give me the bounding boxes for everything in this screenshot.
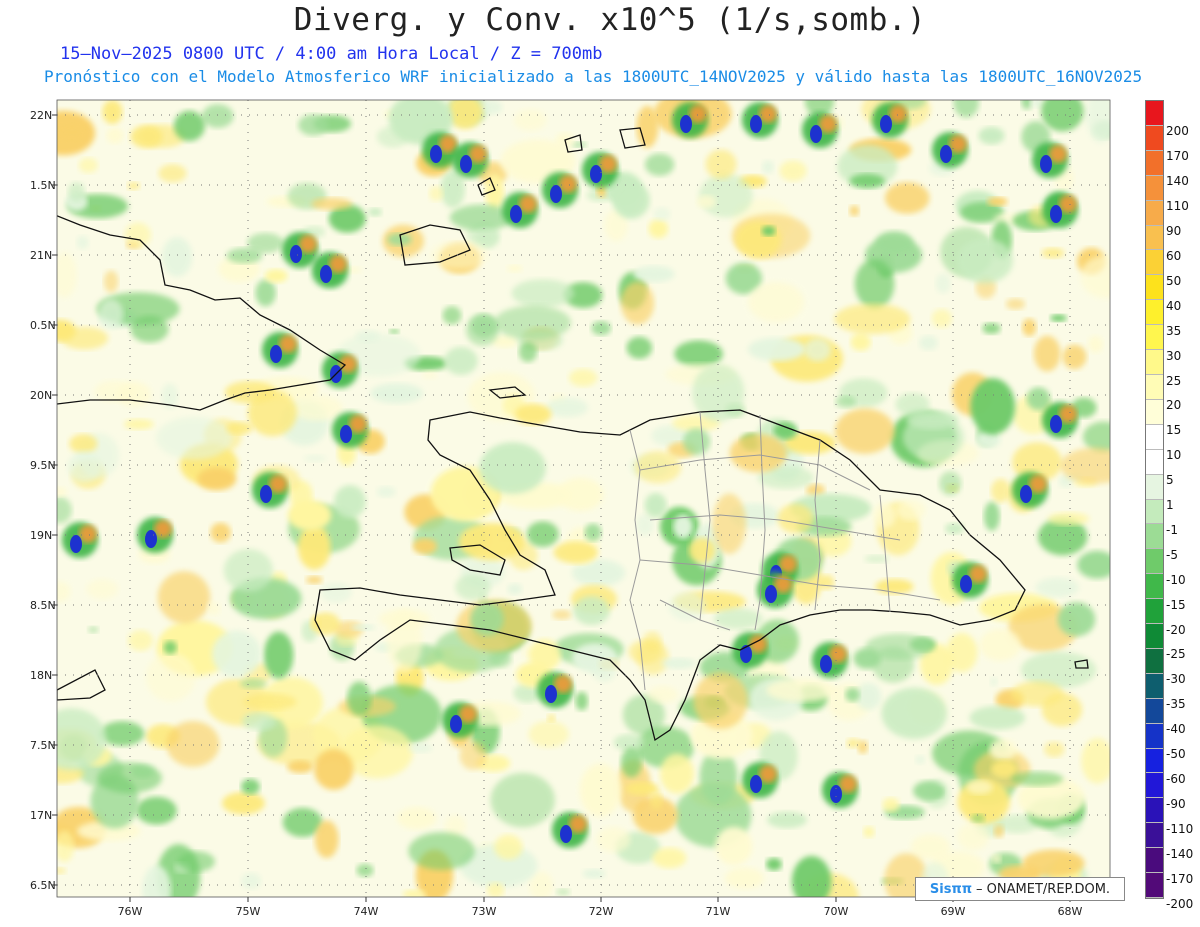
lat-label: 18N xyxy=(30,669,52,682)
colorbar-cell xyxy=(1146,723,1163,749)
lon-label: 69W xyxy=(941,905,966,918)
colorbar-cell xyxy=(1146,624,1163,649)
lat-label: 17N xyxy=(30,809,52,822)
latitude-labels: 22N 1.5N 21N 0.5N 20N 9.5N 19N 8.5N 18N 7.5N 17N 6.… xyxy=(30,109,57,892)
colorbar-cell xyxy=(1146,175,1163,201)
colorbar-cell xyxy=(1146,250,1163,276)
lat-label: 8.5N xyxy=(30,599,56,612)
sispi-logo: Sisππ xyxy=(929,881,973,897)
colorbar-cell xyxy=(1146,773,1163,799)
colorbar-cell xyxy=(1146,698,1163,724)
colorbar-label: -60 xyxy=(1166,772,1186,787)
colorbar-label: -200 xyxy=(1166,896,1194,911)
colorbar-label: 90 xyxy=(1166,224,1182,239)
colorbar-cell xyxy=(1146,873,1163,898)
colorbar-cell xyxy=(1146,275,1163,301)
credit-box: Sisππ – ONAMET/REP.DOM. xyxy=(915,877,1125,901)
colorbar-label: 1 xyxy=(1166,498,1174,513)
colorbar-label: 60 xyxy=(1166,248,1182,263)
colorbar-label: -20 xyxy=(1166,622,1186,637)
colorbar-label: 140 xyxy=(1166,174,1189,189)
lat-label: 19N xyxy=(30,529,52,542)
colorbar xyxy=(1145,100,1164,899)
colorbar-cell xyxy=(1146,325,1163,351)
colorbar-cell xyxy=(1146,399,1163,425)
colorbar-cell xyxy=(1146,101,1163,126)
lat-label: 22N xyxy=(30,109,52,122)
colorbar-cell xyxy=(1146,798,1163,824)
colorbar-label: 5 xyxy=(1166,473,1174,488)
colorbar-label: 10 xyxy=(1166,448,1182,463)
colorbar-label: -170 xyxy=(1166,871,1194,886)
colorbar-label: 30 xyxy=(1166,348,1182,363)
colorbar-label: 20 xyxy=(1166,398,1182,413)
colorbar-label: 15 xyxy=(1166,423,1182,438)
colorbar-label: 170 xyxy=(1166,149,1189,164)
colorbar-cell xyxy=(1146,599,1163,625)
lat-label: 20N xyxy=(30,389,52,402)
lon-label: 74W xyxy=(354,905,379,918)
colorbar-cell xyxy=(1146,225,1163,251)
credit-text: – ONAMET/REP.DOM. xyxy=(976,881,1111,897)
colorbar-label: -90 xyxy=(1166,796,1186,811)
colorbar-label: 25 xyxy=(1166,373,1182,388)
colorbar-label: -5 xyxy=(1166,547,1178,562)
colorbar-label: -40 xyxy=(1166,722,1186,737)
lon-label: 72W xyxy=(589,905,614,918)
colorbar-cell xyxy=(1146,424,1163,450)
colorbar-label: -35 xyxy=(1166,697,1186,712)
colorbar-label: 200 xyxy=(1166,124,1189,139)
colorbar-label: 110 xyxy=(1166,199,1189,214)
lon-label: 68W xyxy=(1058,905,1083,918)
colorbar-label: -30 xyxy=(1166,672,1186,687)
colorbar-cell xyxy=(1146,549,1163,575)
colorbar-label: 40 xyxy=(1166,298,1182,313)
colorbar-cell xyxy=(1146,150,1163,176)
colorbar-label: -50 xyxy=(1166,747,1186,762)
colorbar-label: 50 xyxy=(1166,273,1182,288)
colorbar-label: -110 xyxy=(1166,821,1194,836)
lat-label: 0.5N xyxy=(30,319,56,332)
colorbar-cell xyxy=(1146,350,1163,375)
colorbar-cell xyxy=(1146,673,1163,699)
colorbar-cell xyxy=(1146,848,1163,874)
colorbar-cell xyxy=(1146,200,1163,226)
divergence-map: 22N 1.5N 21N 0.5N 20N 9.5N 19N 8.5N 18N 7.5N 17N 6.… xyxy=(30,99,1111,918)
colorbar-cell xyxy=(1146,125,1163,151)
lon-label: 71W xyxy=(706,905,731,918)
colorbar-label: -1 xyxy=(1166,522,1178,537)
lat-label: 1.5N xyxy=(30,179,56,192)
colorbar-cell xyxy=(1146,823,1163,849)
colorbar-cell xyxy=(1146,449,1163,475)
colorbar-cell xyxy=(1146,300,1163,326)
colorbar-cell xyxy=(1146,474,1163,500)
colorbar-label: -10 xyxy=(1166,572,1186,587)
colorbar-cell xyxy=(1146,748,1163,774)
colorbar-cell xyxy=(1146,648,1163,674)
lat-label: 7.5N xyxy=(30,739,56,752)
colorbar-cell xyxy=(1146,574,1163,600)
colorbar-cell xyxy=(1146,524,1163,550)
lon-label: 76W xyxy=(118,905,143,918)
lat-label: 9.5N xyxy=(30,459,56,472)
lon-label: 70W xyxy=(824,905,849,918)
colorbar-label: 35 xyxy=(1166,323,1182,338)
colorbar-label: -25 xyxy=(1166,647,1186,662)
lon-label: 73W xyxy=(472,905,497,918)
colorbar-label: -15 xyxy=(1166,597,1186,612)
colorbar-cell xyxy=(1146,499,1163,525)
colorbar-cell xyxy=(1146,374,1163,400)
colorbar-label: -140 xyxy=(1166,846,1194,861)
lon-label: 75W xyxy=(236,905,261,918)
lat-label: 21N xyxy=(30,249,52,262)
lat-label: 6.5N xyxy=(30,879,56,892)
